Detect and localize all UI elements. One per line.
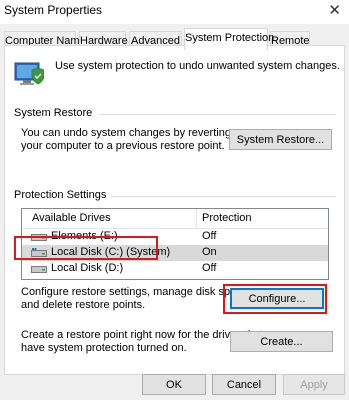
group-divider xyxy=(99,114,336,115)
protection-settings-group-label: Protection Settings xyxy=(14,189,107,201)
configure-description: Configure restore settings, manage disk … xyxy=(21,286,251,311)
system-restore-button[interactable]: System Restore... xyxy=(229,129,332,150)
drive-name: Local Disk (D:) xyxy=(51,262,124,274)
drive-protection: Off xyxy=(202,230,217,242)
create-button[interactable]: Create... xyxy=(230,331,333,352)
drive-row[interactable]: Elements (E:) Off xyxy=(22,229,328,245)
create-description: Create a restore point right now for the… xyxy=(21,329,264,354)
system-protection-icon xyxy=(14,62,44,85)
drive-row-selected[interactable]: Local Disk (C:) (System) On xyxy=(22,245,328,261)
dialog-body: Computer Name Hardware Advanced System P… xyxy=(0,24,349,400)
ok-button[interactable]: OK xyxy=(142,374,206,395)
intro-text: Use system protection to undo unwanted s… xyxy=(55,60,340,72)
drive-protection: Off xyxy=(202,262,217,274)
title-bar: System Properties ✕ xyxy=(0,0,349,24)
cancel-button[interactable]: Cancel xyxy=(212,374,276,395)
column-header-drives[interactable]: Available Drives xyxy=(32,212,111,224)
drive-row[interactable]: Local Disk (D:) Off xyxy=(22,261,328,277)
system-protection-panel: Use system protection to undo unwanted s… xyxy=(4,45,345,375)
drive-icon xyxy=(31,266,47,273)
list-header: Available Drives Protection xyxy=(22,209,328,229)
system-restore-description: You can undo system changes by reverting… xyxy=(21,127,231,152)
drives-list[interactable]: Available Drives Protection Elements (E:… xyxy=(21,208,329,280)
apply-button[interactable]: Apply xyxy=(283,374,345,395)
drive-protection: On xyxy=(202,246,217,258)
group-divider xyxy=(111,196,336,197)
drive-name: Local Disk (C:) (System) xyxy=(51,246,171,258)
drive-icon xyxy=(31,234,47,241)
drive-name: Elements (E:) xyxy=(51,230,118,242)
close-icon[interactable]: ✕ xyxy=(328,1,341,19)
configure-button[interactable]: Configure... xyxy=(230,288,324,309)
window-title: System Properties xyxy=(4,3,103,17)
system-drive-icon xyxy=(31,248,47,257)
tab-system-protection[interactable]: System Protection xyxy=(184,28,274,50)
column-header-protection[interactable]: Protection xyxy=(202,212,252,224)
system-restore-group-label: System Restore xyxy=(14,107,93,119)
